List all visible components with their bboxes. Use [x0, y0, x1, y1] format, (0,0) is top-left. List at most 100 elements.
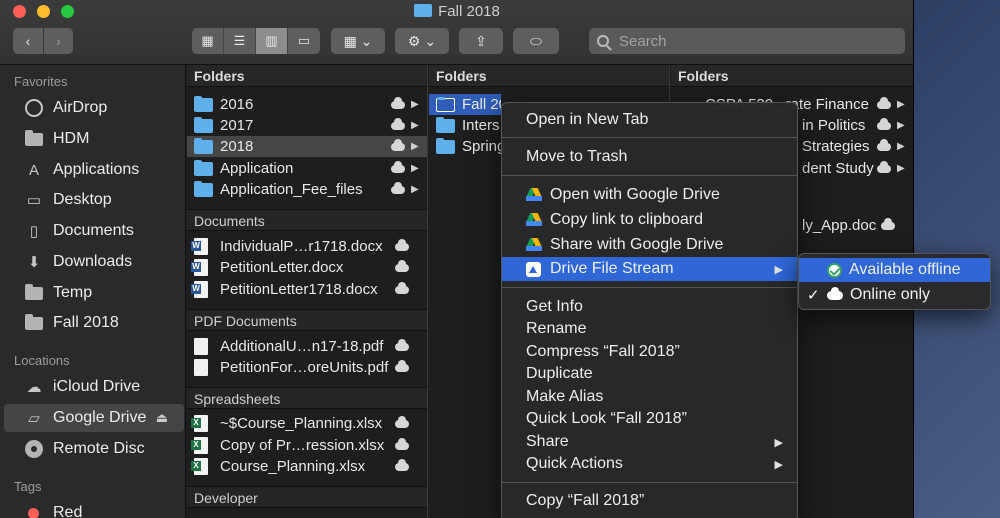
menu-item-copy-link[interactable]: Copy link to clipboard [502, 208, 797, 232]
folder-icon [194, 159, 213, 176]
forward-button[interactable]: › [44, 28, 73, 54]
menu-item-drive-file-stream[interactable]: Drive File Stream ▶ [502, 257, 797, 281]
menu-item-quick-actions[interactable]: Quick Actions ▶ [502, 452, 797, 476]
cloud-icon [877, 138, 891, 151]
menu-item-compress[interactable]: Compress “Fall 2018” [502, 340, 797, 364]
menu-item-get-info[interactable]: Get Info [502, 295, 797, 319]
sidebar-item-desktop[interactable]: ▭ Desktop [4, 186, 184, 214]
back-button[interactable]: ‹ [13, 28, 43, 54]
sidebar-item-airdrop[interactable]: AirDrop [4, 94, 184, 122]
columns-icon: ▥ [265, 33, 278, 48]
airdrop-icon [24, 99, 44, 117]
sidebar-item-tag-red[interactable]: Red [4, 499, 184, 518]
tag-button[interactable]: ⬭ [513, 28, 559, 54]
menu-item-open-in-new-tab[interactable]: Open in New Tab [502, 108, 797, 132]
folder-icon [194, 180, 213, 197]
toolbar: Fall 2018 ‹ › ▦ ☰ ▥ ▭ ▦ ⌄ ⚙ ⌄ ⇪ ⬭ [0, 0, 913, 65]
list-item[interactable]: ~$Course_Planning.xlsx [187, 413, 427, 434]
list-item[interactable]: AdditionalU…n17-18.pdf [187, 336, 427, 357]
search-field[interactable] [589, 28, 905, 54]
menu-item-quick-look[interactable]: Quick Look “Fall 2018” [502, 407, 797, 431]
list-item[interactable]: Application ▶ [187, 158, 427, 179]
folder-icon [24, 129, 44, 148]
submenu-arrow-icon: ▶ [774, 263, 783, 276]
list-item[interactable]: PetitionLetter.docx [187, 257, 427, 278]
list-item[interactable]: Application_Fee_files ▶ [187, 179, 427, 200]
cloud-icon [391, 96, 405, 109]
excel-icon [191, 437, 208, 454]
view-mode-control: ▦ ☰ ▥ ▭ [192, 28, 320, 54]
word-doc-icon [191, 281, 208, 298]
sidebar-item-fall-2018[interactable]: Fall 2018 [4, 309, 184, 337]
cloud-icon [395, 259, 409, 272]
list-item[interactable]: PetitionFor…oreUnits.pdf [187, 357, 427, 378]
menu-item-make-alias[interactable]: Make Alias [502, 385, 797, 409]
sidebar-item-temp[interactable]: Temp [4, 279, 184, 307]
chevron-left-icon: ‹ [25, 33, 31, 49]
list-item[interactable]: 2017 ▶ [187, 115, 427, 136]
group-icon: ▦ ⌄ [343, 32, 373, 49]
menu-separator [502, 137, 797, 138]
context-menu: Open in New Tab Move to Trash Open with … [501, 102, 798, 518]
folder-icon [24, 313, 44, 332]
list-item[interactable]: Copy of Pr…ression.xlsx [187, 435, 427, 456]
sidebar-item-applications[interactable]: A Applications [4, 156, 184, 184]
gallery-view-button[interactable]: ▭ [288, 28, 320, 54]
menu-item-open-with-google-drive[interactable]: Open with Google Drive [502, 183, 797, 207]
sidebar-item-documents[interactable]: ▯ Documents [4, 217, 184, 245]
cloud-icon [391, 160, 405, 173]
eject-icon[interactable]: ⏏ [156, 410, 168, 426]
gear-icon: ⚙ ⌄ [407, 32, 437, 49]
sidebar-item-remote-disc[interactable]: Remote Disc [4, 435, 184, 463]
list-view-button[interactable]: ☰ [224, 28, 256, 54]
menu-item-available-offline[interactable]: Available offline [799, 258, 990, 282]
search-input[interactable] [619, 32, 879, 50]
menu-item-move-to-trash[interactable]: Move to Trash [502, 145, 797, 169]
list-item[interactable]: PetitionLetter1718.docx [187, 279, 427, 300]
word-doc-icon [191, 259, 208, 276]
desktop-icon: ▭ [26, 192, 42, 209]
sidebar-item-hdm[interactable]: HDM [4, 125, 184, 153]
list-item[interactable]: IndividualP…r1718.docx [187, 236, 427, 257]
sidebar-item-google-drive[interactable]: ▱ Google Drive ⏏ [4, 404, 184, 432]
folder-icon [194, 137, 213, 154]
list-icon: ☰ [233, 33, 246, 48]
menu-item-duplicate[interactable]: Duplicate [502, 362, 797, 386]
sidebar-item-downloads[interactable]: ⬇ Downloads [4, 248, 184, 276]
google-drive-icon [525, 213, 543, 227]
list-item[interactable]: Fall 2018 [429, 94, 501, 115]
cloud-icon [395, 458, 409, 471]
sidebar-item-icloud-drive[interactable]: ☁ iCloud Drive [4, 373, 184, 401]
section-heading-developer: Developer [187, 486, 427, 508]
chevron-right-icon: ▶ [411, 141, 419, 152]
menu-item-copy[interactable]: Copy “Fall 2018” [502, 489, 797, 513]
action-menu-button[interactable]: ⚙ ⌄ [395, 28, 449, 54]
cloud-icon [827, 286, 843, 300]
column-view-button[interactable]: ▥ [256, 28, 288, 54]
menu-item-online-only[interactable]: ✓ Online only [799, 283, 990, 307]
applications-icon: A [28, 161, 39, 179]
share-icon: ⇪ [475, 32, 487, 49]
menu-item-rename[interactable]: Rename [502, 317, 797, 341]
menu-item-share-with-google-drive[interactable]: Share with Google Drive [502, 233, 797, 257]
share-button[interactable]: ⇪ [459, 28, 503, 54]
red-tag-icon [28, 507, 39, 518]
group-by-button[interactable]: ▦ ⌄ [331, 28, 385, 54]
checkmark-icon: ✓ [807, 287, 820, 304]
cloud-icon [395, 359, 409, 372]
documents-icon: ▯ [29, 223, 39, 240]
downloads-icon: ⬇ [27, 254, 41, 271]
tag-icon: ⬭ [530, 32, 542, 49]
folder-icon [414, 4, 433, 17]
chevron-right-icon: ▶ [411, 184, 419, 195]
icon-view-button[interactable]: ▦ [192, 28, 224, 54]
column-fall-2018[interactable]: Folders 2016 ▶ 2017 ▶ 2018 ▶ Application ▶ A… [187, 65, 428, 518]
menu-item-share[interactable]: Share ▶ [502, 430, 797, 454]
list-item[interactable]: 2018 ▶ [187, 136, 427, 157]
folder-icon [436, 137, 455, 154]
sidebar-heading-tags: Tags [14, 479, 42, 494]
folder-icon [194, 116, 213, 133]
list-item[interactable]: 2016 ▶ [187, 94, 427, 115]
cloud-icon [395, 415, 409, 428]
list-item[interactable]: Course_Planning.xlsx [187, 456, 427, 477]
